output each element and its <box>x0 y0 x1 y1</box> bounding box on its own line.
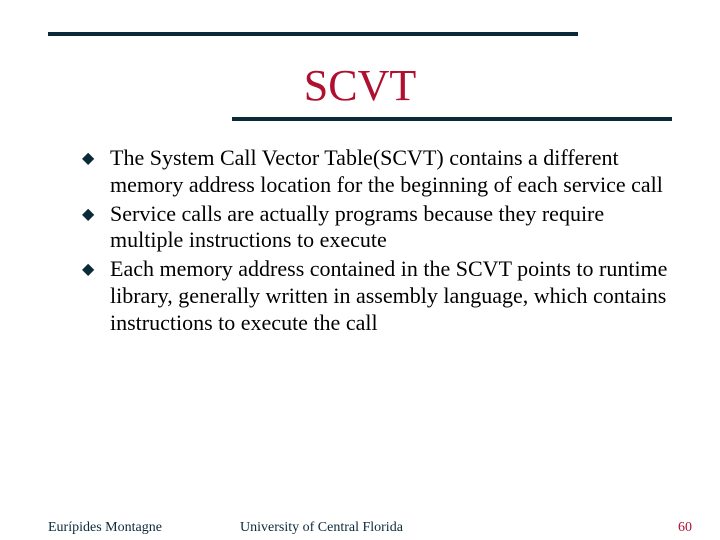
bullet-text: The System Call Vector Table(SCVT) conta… <box>110 145 663 197</box>
list-item: ◆ Service calls are actually programs be… <box>82 201 672 255</box>
title-divider-wrap <box>48 117 672 121</box>
diamond-bullet-icon: ◆ <box>82 149 94 169</box>
list-item: ◆ The System Call Vector Table(SCVT) con… <box>82 145 672 199</box>
diamond-bullet-icon: ◆ <box>82 205 94 225</box>
footer-page-number: 60 <box>678 520 692 536</box>
content-area: ◆ The System Call Vector Table(SCVT) con… <box>48 145 672 337</box>
footer-author: Eurípides Montagne <box>48 520 162 536</box>
slide: SCVT ◆ The System Call Vector Table(SCVT… <box>0 0 720 540</box>
list-item: ◆ Each memory address contained in the S… <box>82 256 672 336</box>
top-divider <box>48 32 578 36</box>
bullet-text: Each memory address contained in the SCV… <box>110 256 667 335</box>
diamond-bullet-icon: ◆ <box>82 260 94 280</box>
footer-affiliation: University of Central Florida <box>240 520 403 536</box>
bullet-text: Service calls are actually programs beca… <box>110 201 604 253</box>
title-divider <box>232 117 672 121</box>
slide-title: SCVT <box>48 60 672 111</box>
